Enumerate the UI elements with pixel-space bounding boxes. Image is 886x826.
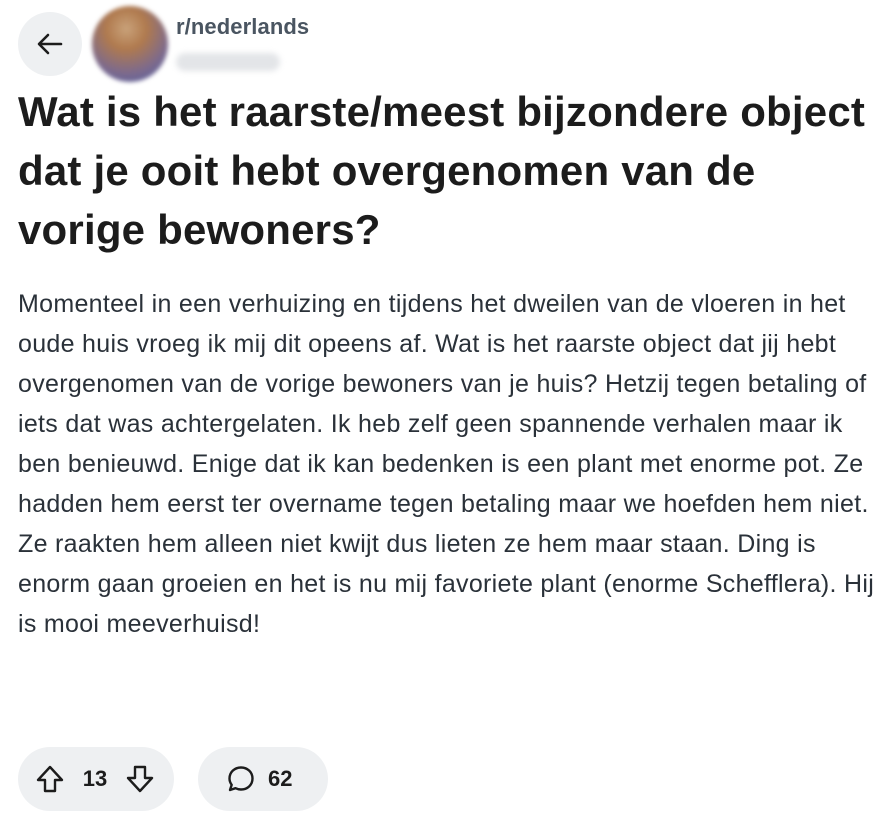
speech-bubble-icon [226,764,256,794]
post-body: Momenteel in een verhuizing en tijdens h… [18,290,875,638]
vote-count: 13 [82,766,108,791]
avatar[interactable] [92,6,168,82]
arrow-down-icon[interactable] [124,763,156,795]
post-title: Wat is het raarste/meest bijzondere obje… [18,88,866,253]
username-redacted [176,53,280,71]
back-button[interactable] [18,12,82,76]
arrow-up-icon[interactable] [34,763,66,795]
comments-button[interactable]: 62 [198,747,328,811]
vote-bar: 13 [18,747,174,811]
subreddit-name[interactable]: r/nederlands [176,14,309,40]
arrow-left-icon [35,29,65,59]
comment-count: 62 [268,766,293,791]
